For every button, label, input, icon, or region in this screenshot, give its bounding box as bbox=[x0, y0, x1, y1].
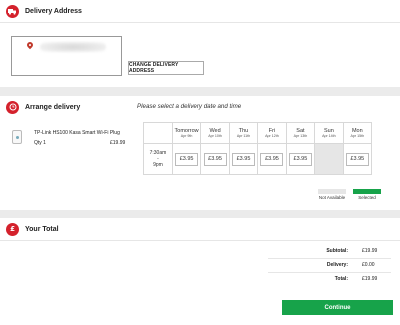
product-price: £19.99 bbox=[110, 140, 126, 146]
your-total-section: £ Your Total Subtotal: £19.99 Delivery: … bbox=[0, 218, 400, 325]
slot-cell: £3.95 bbox=[201, 144, 230, 175]
delivery-calendar: Tomorrow Apr 9th Wed Apr 10th Thu Apr 11th … bbox=[143, 122, 373, 175]
delivery-slot-option[interactable]: £3.95 bbox=[345, 152, 369, 166]
delivery-slot-option[interactable]: £3.95 bbox=[232, 152, 255, 166]
calendar-header-row: Tomorrow Apr 9th Wed Apr 10th Thu Apr 11th … bbox=[144, 123, 373, 144]
day-header: Fri Apr 12th bbox=[258, 123, 287, 144]
delivery-slot-option[interactable]: £3.95 bbox=[260, 152, 284, 166]
truck-icon bbox=[6, 4, 19, 18]
selected-label: Selected bbox=[358, 195, 376, 200]
total-value: £19.99 bbox=[362, 276, 378, 282]
address-card bbox=[11, 36, 122, 76]
your-total-title: Your Total bbox=[25, 225, 59, 233]
arrange-delivery-section: Arrange delivery Please select a deliver… bbox=[0, 96, 400, 210]
day-header: Thu Apr 11th bbox=[229, 123, 259, 144]
time-slot-label: 7:30am -9pm bbox=[144, 144, 173, 175]
day-header: Tomorrow Apr 9th bbox=[172, 123, 202, 144]
map-pin-icon bbox=[25, 40, 35, 50]
slot-cell: £3.95 bbox=[258, 144, 287, 175]
not-available-swatch bbox=[318, 189, 346, 194]
day-header: Sat Apr 13th bbox=[286, 123, 316, 144]
pound-icon: £ bbox=[6, 222, 19, 236]
product-quantity: Qty 1 bbox=[34, 140, 46, 146]
slot-cell: £3.95 bbox=[172, 144, 202, 175]
select-date-instruction: Please select a delivery date and time bbox=[137, 103, 242, 110]
slot-cell: £3.95 bbox=[286, 144, 316, 175]
delivery-label: Delivery: bbox=[326, 262, 348, 268]
total-label: Total: bbox=[334, 276, 348, 282]
calendar-corner bbox=[144, 123, 173, 144]
divider bbox=[0, 240, 400, 241]
delivery-slot-option[interactable]: £3.95 bbox=[175, 152, 199, 166]
slot-cell: £3.95 bbox=[229, 144, 259, 175]
continue-button[interactable]: Continue bbox=[282, 300, 393, 315]
day-header: Wed Apr 10th bbox=[201, 123, 230, 144]
address-text-redacted bbox=[40, 42, 106, 52]
calendar-slot-row: 7:30am -9pm £3.95 £3.95 £3.95 £3.95 £3.95… bbox=[144, 144, 373, 175]
not-available-label: Not Available bbox=[318, 195, 346, 200]
unavailable-slot-cell bbox=[315, 144, 344, 175]
divider bbox=[268, 258, 391, 259]
clock-icon bbox=[6, 100, 19, 114]
legend-selected: Selected bbox=[353, 189, 381, 200]
arrange-delivery-title: Arrange delivery bbox=[25, 103, 81, 111]
product-image bbox=[12, 130, 22, 144]
selected-swatch bbox=[353, 189, 381, 194]
day-header: Sun Apr 14th bbox=[315, 123, 344, 144]
delivery-slot-option[interactable]: £3.95 bbox=[288, 152, 312, 166]
slot-cell: £3.95 bbox=[343, 144, 373, 175]
delivery-address-title: Delivery Address bbox=[25, 7, 82, 15]
legend-not-available: Not Available bbox=[318, 189, 346, 200]
product-name: TP-Link HS100 Kasa Smart Wi-Fi Plug bbox=[34, 130, 120, 136]
delivery-address-section: Delivery Address CHANGE DELIVERY ADDRESS bbox=[0, 0, 400, 87]
your-total-header: £ Your Total bbox=[0, 218, 400, 240]
delivery-slot-option[interactable]: £3.95 bbox=[203, 152, 227, 166]
divider bbox=[268, 272, 391, 273]
subtotal-value: £19.99 bbox=[362, 248, 378, 254]
subtotal-label: Subtotal: bbox=[326, 248, 348, 254]
change-delivery-address-button[interactable]: CHANGE DELIVERY ADDRESS bbox=[128, 61, 204, 75]
day-header: Mon Apr 15th bbox=[343, 123, 373, 144]
divider bbox=[0, 22, 400, 23]
delivery-value: £0.00 bbox=[362, 262, 375, 268]
delivery-address-header: Delivery Address bbox=[0, 0, 400, 22]
